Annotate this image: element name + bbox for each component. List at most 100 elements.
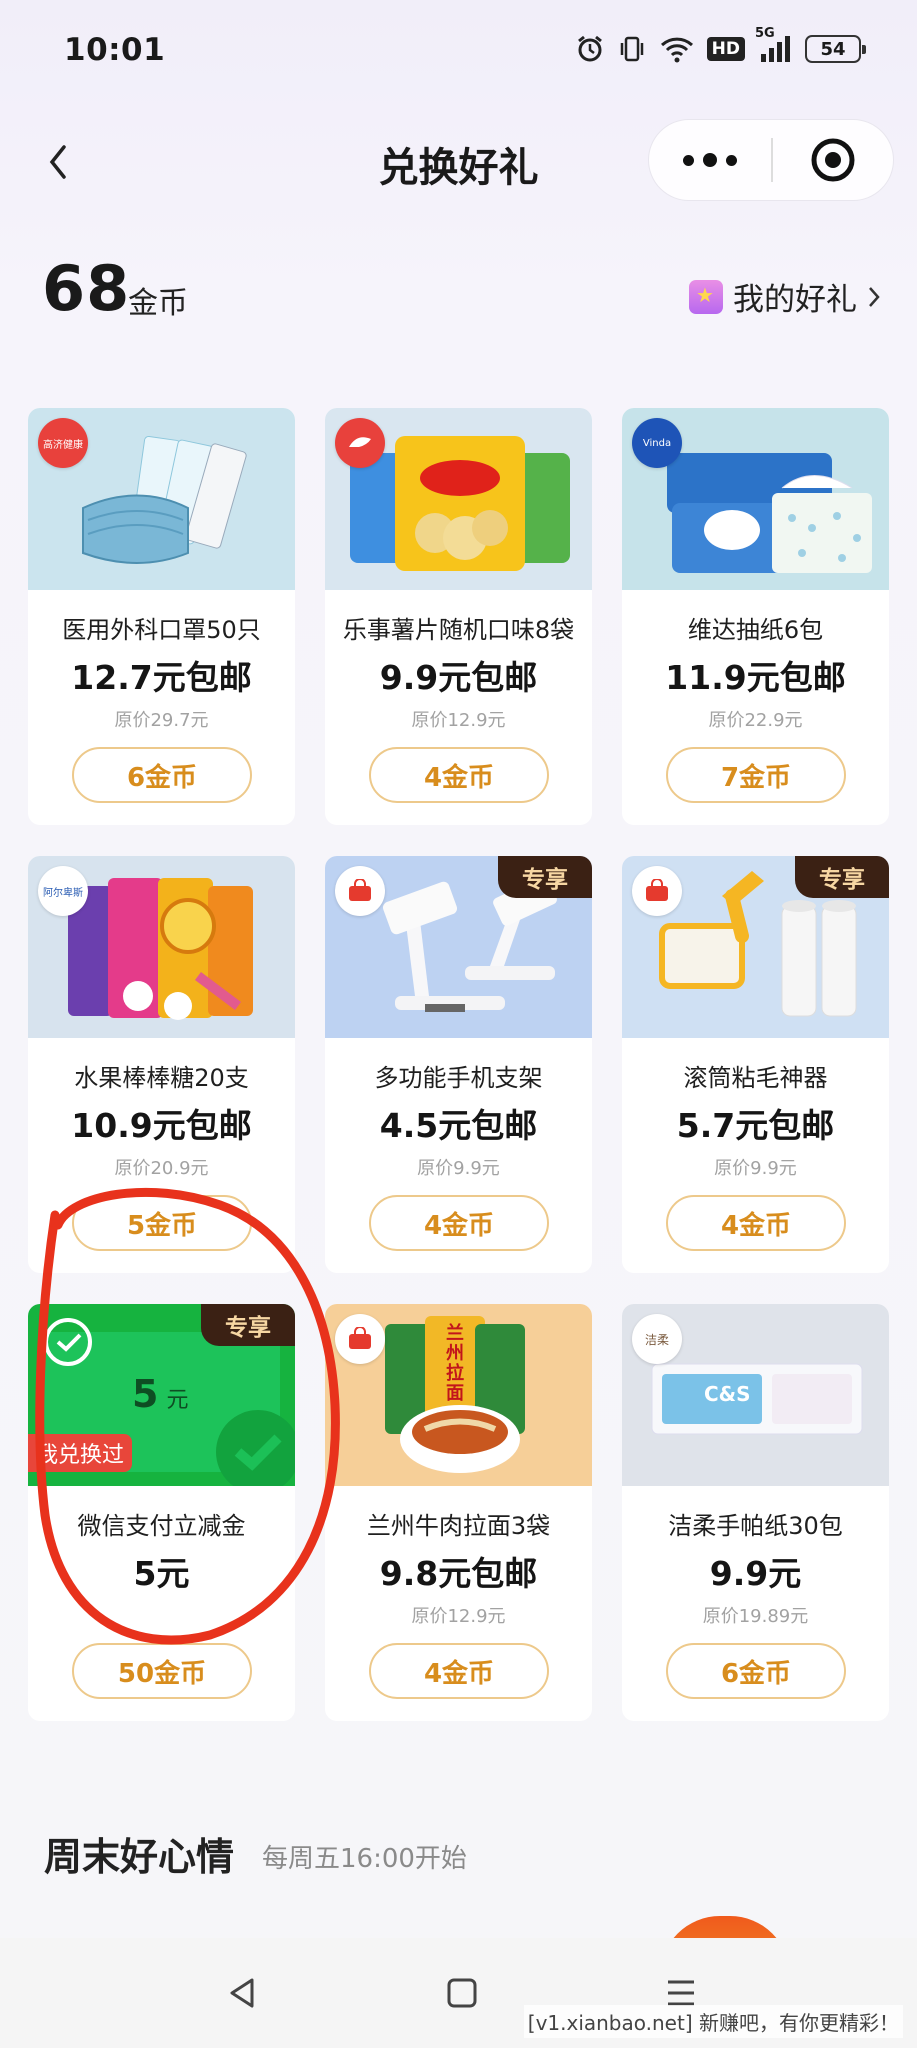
redeem-button[interactable]: 6金币: [72, 747, 252, 803]
status-icons: HD 5G 54: [575, 26, 866, 64]
original-price: 原价12.9元: [411, 710, 506, 731]
brand-logo: [335, 866, 385, 916]
product-image: 专享: [325, 856, 592, 1038]
product-card[interactable]: 专享 滚筒粘毛神器 5.7元包邮 原价9.9元 4金币: [622, 856, 889, 1273]
original-price: 原价12.9元: [411, 1606, 506, 1627]
product-name: 乐事薯片随机口味8袋: [342, 616, 575, 644]
product-card[interactable]: 专享 多功能手机支架 4.5元包邮 原价9.9元 4金币: [325, 856, 592, 1273]
product-card[interactable]: 乐事薯片随机口味8袋 9.9元包邮 原价12.9元 4金币: [325, 408, 592, 825]
product-name: 兰州牛肉拉面3袋: [366, 1512, 551, 1540]
brand-logo: 阿尔卑斯: [38, 866, 88, 916]
product-card[interactable]: C&S 洁柔 洁柔手帕纸30包 9.9元 原价19.89元 6金币: [622, 1304, 889, 1721]
original-price: 原价22.9元: [708, 710, 803, 731]
product-name: 滚筒粘毛神器: [683, 1064, 828, 1092]
product-image: [325, 408, 592, 590]
shopping-bag-icon: [646, 879, 668, 901]
watermark: [v1.xianbao.net] 新赚吧，有你更精彩！: [523, 2005, 903, 2038]
product-name: 医用外科口罩50只: [62, 616, 261, 644]
alarm-icon: [575, 34, 605, 64]
brand-logo: [335, 418, 385, 468]
pack-label: 兰州拉面: [446, 1323, 464, 1404]
original-price: 原价29.7元: [114, 710, 209, 731]
product-image: 5 元 我兑换过 专享: [28, 1304, 295, 1486]
redeem-button[interactable]: 5金币: [72, 1195, 252, 1251]
product-card[interactable]: 兰州拉面 兰州牛肉拉面3袋 9.8元包邮 原价12.9元 4金币: [325, 1304, 592, 1721]
system-nav-bar: [v1.xianbao.net] 新赚吧，有你更精彩！: [0, 1938, 917, 2048]
product-price: 10.9元包邮: [71, 1106, 252, 1145]
shopping-bag-icon: [349, 1327, 371, 1349]
pack-label: C&S: [704, 1382, 751, 1406]
brand-logo: [335, 1314, 385, 1364]
brand-logo: 高济健康: [38, 418, 88, 468]
section-title: 周末好心情: [44, 1835, 235, 1879]
status-time: 10:01: [64, 32, 166, 68]
product-name: 洁柔手帕纸30包: [668, 1512, 843, 1540]
gift-calendar-icon: [689, 279, 723, 314]
redeem-button[interactable]: 4金币: [369, 1643, 549, 1699]
voucher-unit: 元: [166, 1388, 189, 1413]
product-card[interactable]: Vinda 维达抽纸6包 11.9元包邮 原价22.9元 7金币: [622, 408, 889, 825]
product-image: Vinda: [622, 408, 889, 590]
status-bar: 10:01 HD 5G 54: [0, 0, 917, 100]
product-name: 微信支付立减金: [77, 1512, 246, 1540]
vibrate-icon: [617, 34, 647, 64]
product-image: 专享: [622, 856, 889, 1038]
section-subtitle: 每周五16:00开始: [262, 1844, 467, 1874]
product-image: 兰州拉面: [325, 1304, 592, 1486]
nav-home-button[interactable]: [437, 1968, 487, 2018]
brand-logo: [632, 866, 682, 916]
coin-unit: 金币: [128, 286, 188, 321]
product-price: 4.5元包邮: [379, 1106, 538, 1145]
battery-icon: 54: [805, 35, 866, 63]
redeem-button[interactable]: 4金币: [369, 1195, 549, 1251]
product-price: 9.9元包邮: [379, 658, 538, 697]
original-price: 原价9.9元: [417, 1158, 500, 1179]
nav-back-button[interactable]: [218, 1968, 268, 2018]
product-price: 12.7元包邮: [71, 658, 252, 697]
nav-bar: 兑换好礼: [0, 115, 917, 207]
shrimp-icon: [349, 437, 371, 447]
product-card[interactable]: 5 元 我兑换过 专享 微信支付立减金 5元 50金币: [28, 1304, 295, 1721]
product-image: C&S 洁柔: [622, 1304, 889, 1486]
coin-balance: 68: [42, 252, 131, 325]
original-price: 原价19.89元: [702, 1606, 809, 1627]
original-price: 原价20.9元: [114, 1158, 209, 1179]
product-price: 11.9元包邮: [665, 658, 846, 697]
redeem-button[interactable]: 7金币: [666, 747, 846, 803]
more-button[interactable]: [649, 120, 771, 200]
product-name: 多功能手机支架: [374, 1064, 543, 1092]
exclusive-badge: 专享: [795, 856, 889, 898]
hd-icon: HD: [706, 37, 745, 61]
redeem-button[interactable]: 50金币: [72, 1643, 252, 1699]
network-label: 5G: [755, 26, 775, 41]
original-price: 原价9.9元: [714, 1158, 797, 1179]
product-price: 5.7元包邮: [676, 1106, 835, 1145]
brand-logo: 洁柔: [632, 1314, 682, 1364]
my-gifts-link[interactable]: 我的好礼: [689, 274, 881, 319]
product-card[interactable]: 高济健康 医用外科口罩50只 12.7元包邮 原价29.7元 6金币: [28, 408, 295, 825]
target-close-icon: [811, 138, 855, 182]
product-card[interactable]: 阿尔卑斯 水果棒棒糖20支 10.9元包邮 原价20.9元 5金币: [28, 856, 295, 1273]
chevron-right-icon: [869, 286, 880, 307]
brand-logo: Vinda: [632, 418, 682, 468]
miniprogram-capsule: [648, 119, 894, 201]
redeem-button[interactable]: 6金币: [666, 1643, 846, 1699]
redeem-button[interactable]: 4金币: [369, 747, 549, 803]
product-name: 水果棒棒糖20支: [74, 1064, 249, 1092]
shopping-bag-icon: [349, 879, 371, 901]
exclusive-badge: 专享: [201, 1304, 295, 1346]
voucher-value: 5: [132, 1372, 159, 1416]
square-home-icon: [447, 1978, 477, 2008]
voucher-amount: 5 元: [132, 1372, 188, 1416]
my-gifts-label: 我的好礼: [733, 282, 857, 318]
redeem-button[interactable]: 4金币: [666, 1195, 846, 1251]
product-price: 9.8元包邮: [379, 1554, 538, 1593]
coins-row: 68 金币 我的好礼: [0, 248, 917, 328]
product-price: 9.9元: [709, 1554, 802, 1593]
product-image: 阿尔卑斯: [28, 856, 295, 1038]
signal-icon: 5G: [755, 26, 793, 64]
wifi-icon: [659, 34, 695, 64]
product-price: 5元: [133, 1554, 190, 1593]
close-button[interactable]: [773, 120, 894, 200]
redeemed-tag: 我兑换过: [28, 1434, 133, 1472]
